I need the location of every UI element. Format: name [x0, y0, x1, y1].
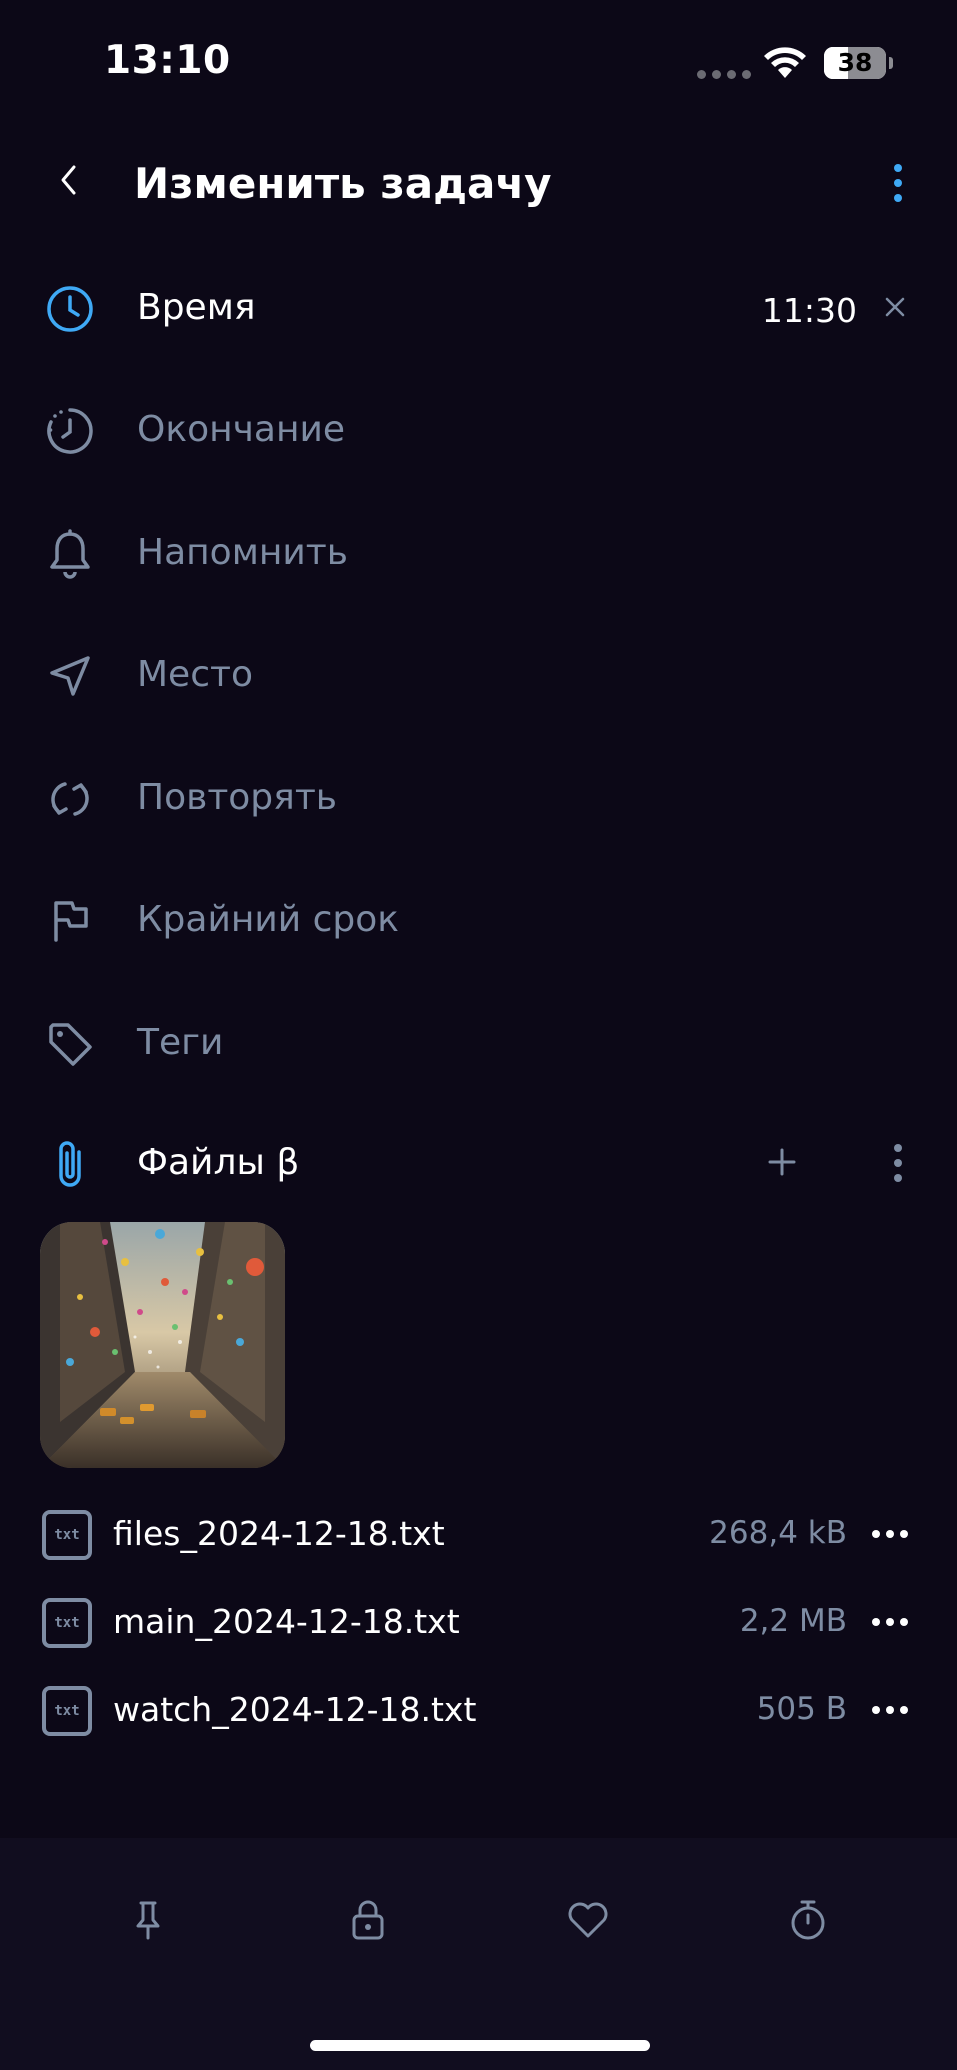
clear-time-button[interactable] — [873, 285, 917, 329]
app-header: Изменить задачу — [0, 135, 957, 235]
page-title: Изменить задачу — [134, 159, 552, 208]
file-name: main_2024-12-18.txt — [113, 1602, 460, 1641]
home-indicator[interactable] — [310, 2040, 650, 2051]
wifi-icon — [764, 47, 806, 78]
close-icon — [885, 297, 905, 317]
status-time: 13:10 — [104, 38, 231, 83]
files-more-button[interactable] — [876, 1136, 920, 1190]
file-item[interactable]: txt main_2024-12-18.txt 2,2 MB — [0, 1578, 957, 1666]
file-size: 2,2 MB — [739, 1603, 847, 1639]
field-row-time[interactable]: Время 11:30 — [0, 255, 957, 365]
field-row-place[interactable]: Место — [0, 622, 957, 732]
chevron-left-icon — [61, 165, 76, 195]
field-row-repeat[interactable]: Повторять — [0, 745, 957, 855]
paperclip-icon — [40, 1134, 100, 1194]
cellular-signal-icon — [697, 70, 751, 79]
back-button[interactable] — [44, 155, 94, 205]
clock-icon — [40, 279, 100, 339]
status-bar: 13:10 38 — [0, 0, 957, 130]
field-label-tags: Теги — [137, 1022, 224, 1063]
battery-icon: 38 — [824, 47, 886, 79]
file-more-button[interactable] — [866, 1514, 914, 1554]
field-row-end[interactable]: Окончание — [0, 377, 957, 487]
field-value-time[interactable]: 11:30 — [762, 291, 857, 330]
pin-icon — [136, 1901, 160, 1940]
heart-icon — [568, 1902, 608, 1938]
bell-icon — [40, 524, 100, 584]
file-item[interactable]: txt files_2024-12-18.txt 268,4 kB — [0, 1490, 957, 1578]
file-size: 268,4 kB — [709, 1515, 847, 1551]
lock-button[interactable] — [338, 1890, 398, 1950]
txt-file-icon: txt — [42, 1598, 92, 1648]
field-label-time: Время — [137, 287, 256, 328]
field-label-repeat: Повторять — [137, 777, 338, 818]
more-options-button[interactable] — [876, 155, 920, 211]
more-vertical-icon — [894, 164, 902, 202]
files-section-header: Файлы β — [0, 1110, 957, 1220]
stopwatch-icon — [791, 1900, 825, 1940]
field-row-tags[interactable]: Теги — [0, 990, 957, 1100]
file-name: watch_2024-12-18.txt — [113, 1690, 477, 1729]
files-section-label: Файлы β — [137, 1142, 300, 1183]
txt-file-icon: txt — [42, 1510, 92, 1560]
timer-button[interactable] — [778, 1890, 838, 1950]
lock-icon — [352, 1900, 384, 1940]
bottom-toolbar — [0, 1838, 957, 2070]
battery-percent: 38 — [837, 48, 873, 77]
file-name: files_2024-12-18.txt — [113, 1514, 445, 1553]
file-more-button[interactable] — [866, 1602, 914, 1642]
add-file-button[interactable] — [760, 1140, 804, 1184]
field-row-deadline[interactable]: Крайний срок — [0, 867, 957, 977]
attachment-image-thumbnail[interactable] — [40, 1222, 285, 1468]
more-vertical-icon — [894, 1144, 902, 1182]
field-label-end: Окончание — [137, 409, 346, 450]
clock-end-icon — [40, 401, 100, 461]
city-balloons-image — [40, 1222, 285, 1468]
favorite-button[interactable] — [558, 1890, 618, 1950]
battery-cap — [889, 57, 893, 69]
field-label-place: Место — [137, 654, 253, 695]
plus-icon — [768, 1148, 796, 1176]
field-row-remind[interactable]: Напомнить — [0, 500, 957, 610]
pin-button[interactable] — [118, 1890, 178, 1950]
file-size: 505 B — [756, 1691, 847, 1727]
file-more-button[interactable] — [866, 1690, 914, 1730]
location-arrow-icon — [40, 646, 100, 706]
field-label-remind: Напомнить — [137, 532, 348, 573]
flag-icon — [40, 891, 100, 951]
tag-icon — [40, 1014, 100, 1074]
txt-file-icon: txt — [42, 1686, 92, 1736]
field-label-deadline: Крайний срок — [137, 899, 400, 940]
repeat-icon — [40, 769, 100, 829]
file-item[interactable]: txt watch_2024-12-18.txt 505 B — [0, 1666, 957, 1754]
